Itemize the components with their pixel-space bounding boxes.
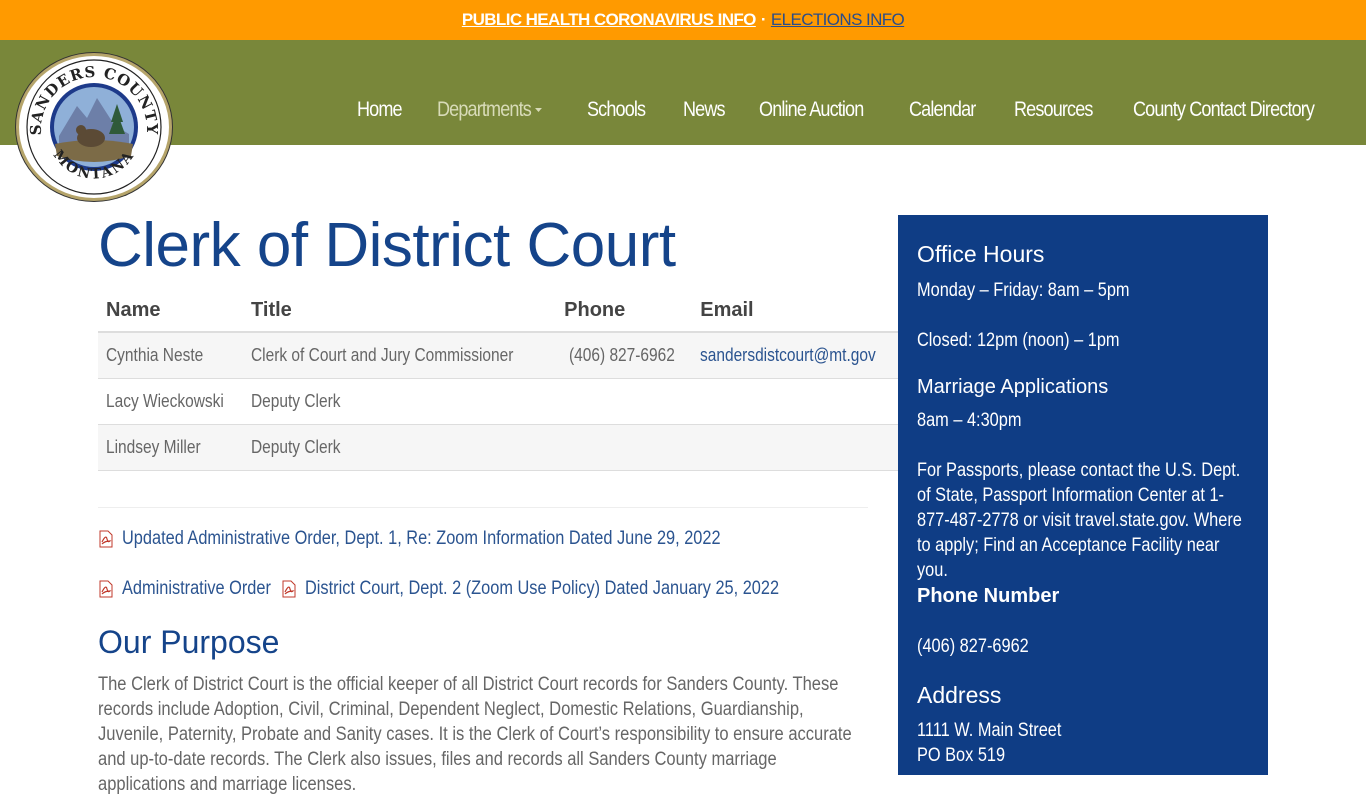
email-link[interactable]: sandersdistcourt@mt.gov [700,345,876,366]
cell-name: Lacy Wieckowski [98,377,244,424]
nav-home[interactable]: Home [357,98,403,122]
nav-menu: Home Departments Schools News Online Auc… [329,98,1344,122]
nav-departments-label: Departments [436,98,532,121]
col-header-email: Email [692,290,905,333]
marriage-hours-text: 8am – 4:30pm [917,410,1022,431]
cell-name-text: Lindsey Miller [106,436,201,457]
table-row: Cynthia Neste Clerk of Court and Jury Co… [98,331,905,378]
marriage-applications-heading: Marriage Applications [917,376,1109,398]
county-seal-logo[interactable]: SANDERS COUNTY MONTANA [16,53,172,201]
nav-calendar[interactable]: Calendar [909,98,976,122]
seal-graphic: SANDERS COUNTY MONTANA [26,59,162,195]
cell-email: sandersdistcourt@mt.gov [692,331,905,378]
content-divider [98,507,868,508]
pdf-icon [98,530,114,548]
closed-hours-text: Closed: 12pm (noon) – 1pm [917,330,1120,351]
purpose-paragraph: The Clerk of District Court is the offic… [98,674,852,795]
passport-info-text: For Passports, please contact the U.S. D… [917,460,1242,581]
nav-resources[interactable]: Resources [1014,98,1093,122]
cell-title: Clerk of Court and Jury Commissioner [243,331,557,378]
cell-phone-text: (406) 827-6962 [569,344,676,365]
table-row: Lindsey Miller Deputy Clerk [98,423,905,471]
alert-bar: PUBLIC HEALTH CORONAVIRUS INFO · ELECTIO… [0,0,1366,40]
main-navbar: Home Departments Schools News Online Auc… [0,40,1366,145]
coronavirus-info-link[interactable]: PUBLIC HEALTH CORONAVIRUS INFO [462,10,757,30]
nav-online-auction[interactable]: Online Auction [759,98,864,122]
phone-number-text: (406) 827-6962 [917,636,1029,657]
cell-title: Deputy Clerk [243,377,557,424]
pdf-icon [98,580,114,598]
zoom-order-dept1-link[interactable]: Updated Administrative Order, Dept. 1, R… [122,528,721,550]
col-header-phone: Phone [556,290,693,333]
purpose-heading: Our Purpose [98,624,280,660]
cell-name: Cynthia Neste [98,331,244,378]
office-hours-text: Monday – Friday: 8am – 5pm [917,280,1130,301]
document-link-row: Updated Administrative Order, Dept. 1, R… [98,528,818,550]
page-title: Clerk of District Court [98,211,676,280]
col-header-name: Name [98,290,244,333]
cell-phone [556,377,693,424]
phone-number-heading: Phone Number [917,585,1060,607]
table-row: Lacy Wieckowski Deputy Clerk [98,377,905,424]
address-line-1: 1111 W. Main Street [917,720,1062,741]
nav-news[interactable]: News [683,98,726,122]
cell-name-text: Lacy Wieckowski [106,390,224,411]
document-link-row: Administrative Order District Court, Dep… [98,578,856,600]
nav-departments[interactable]: Departments [437,98,542,122]
office-info-sidebar: Office Hours Monday – Friday: 8am – 5pm … [898,215,1268,775]
cell-title-text: Clerk of Court and Jury Commissioner [251,344,514,365]
address-heading: Address [917,682,1002,708]
address-line-2: PO Box 519 [917,745,1006,766]
col-header-title: Title [243,290,557,333]
cell-name-text: Cynthia Neste [106,344,204,365]
cell-title: Deputy Clerk [243,423,557,471]
table-header-row: Name Title Phone Email [98,290,905,333]
cell-title-text: Deputy Clerk [251,436,341,457]
staff-table: Name Title Phone Email Cynthia Neste Cle… [98,290,905,471]
elections-info-link[interactable]: ELECTIONS INFO [771,10,905,30]
cell-phone: (406) 827-6962 [556,331,693,378]
cell-title-text: Deputy Clerk [251,390,341,411]
office-hours-heading: Office Hours [917,241,1045,267]
cell-phone [556,423,693,471]
zoom-policy-dept2-link[interactable]: District Court, Dept. 2 (Zoom Use Policy… [305,578,779,600]
caret-down-icon [535,108,542,113]
pdf-icon [281,580,297,598]
alert-separator: · [760,10,767,29]
nav-schools[interactable]: Schools [587,98,646,122]
cell-email [692,423,905,471]
cell-name: Lindsey Miller [98,423,244,471]
administrative-order-link[interactable]: Administrative Order [122,578,271,600]
cell-email [692,377,905,424]
nav-county-contact-directory[interactable]: County Contact Directory [1133,98,1315,122]
